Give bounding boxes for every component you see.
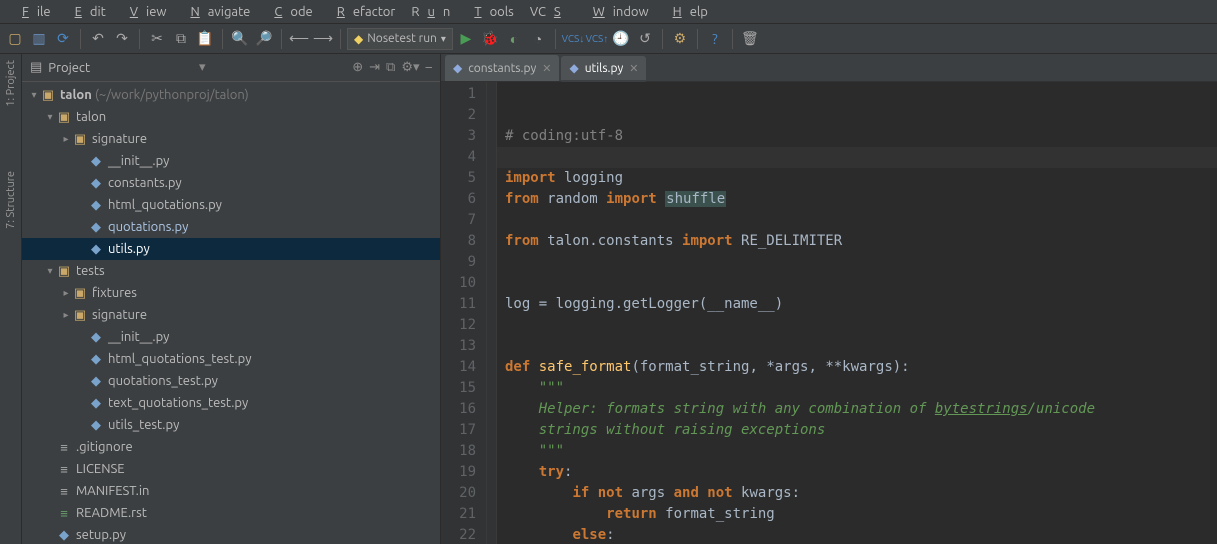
main-toolbar: ▢ ▥ ⟳ ↶ ↷ ✂ ⧉ 📋 🔍 🔎 ⟵ ⟶ ◆ Nosetest run ▾… [0, 24, 1217, 54]
find-icon[interactable]: 🔍 [229, 28, 251, 50]
menu-navigate[interactable]: Navigate [174, 5, 258, 19]
menu-window[interactable]: Window [577, 5, 657, 19]
undo-icon[interactable]: ↶ [87, 28, 109, 50]
project-view-icon: ▤ [30, 60, 42, 75]
menu-bar: File Edit View Navigate Code Refactor Ru… [0, 0, 1217, 24]
sync-icon[interactable]: ⟳ [52, 28, 74, 50]
tree-file-constants[interactable]: ◆ constants.py [22, 172, 440, 194]
run-icon[interactable]: ▶ [455, 28, 477, 50]
tree-file-init[interactable]: ◆ __init__.py [22, 150, 440, 172]
tree-file-gitignore[interactable]: ≡ .gitignore [22, 436, 440, 458]
run-config-selector[interactable]: ◆ Nosetest run ▾ [347, 28, 453, 50]
settings-icon[interactable]: ⚙ [669, 28, 691, 50]
vcs-history-icon[interactable]: 🕘 [610, 28, 632, 50]
tree-file-init-tests[interactable]: ◆ __init__.py [22, 326, 440, 348]
menu-run[interactable]: Run [403, 5, 458, 19]
line-gutter[interactable]: 1 2 3 4 5 6 7 8 9 10 11 12 13 14 15 16 1… [441, 82, 487, 544]
editor-area: ◆ constants.py ✕ ◆ utils.py ✕ 1 2 3 4 5 … [441, 54, 1217, 544]
vcs-update-icon[interactable]: VCS↓ [562, 28, 584, 50]
forward-icon[interactable]: ⟶ [312, 28, 334, 50]
save-icon[interactable]: ▥ [28, 28, 50, 50]
code-area[interactable]: # coding:utf-8 import logging from rando… [497, 82, 1217, 544]
help-icon[interactable]: ? [704, 28, 726, 50]
project-panel: ▤ Project ▾ ⊕ ⇥ ⧉ ⚙▾ ⎯ ▾▣ talon (~/work/… [22, 54, 441, 544]
editor-tabs: ◆ constants.py ✕ ◆ utils.py ✕ [441, 54, 1217, 82]
main-area: 1: Project 7: Structure ▤ Project ▾ ⊕ ⇥ … [0, 54, 1217, 544]
menu-help[interactable]: Help [657, 5, 716, 19]
project-view-caret[interactable]: ▾ [199, 60, 206, 75]
run-config-label: Nosetest run [367, 32, 437, 45]
editor-body: 1 2 3 4 5 6 7 8 9 10 11 12 13 14 15 16 1… [441, 82, 1217, 544]
toolwindow-structure[interactable]: 7: Structure [5, 171, 17, 229]
tree-file-license[interactable]: ≡ LICENSE [22, 458, 440, 480]
copy-icon[interactable]: ⧉ [170, 28, 192, 50]
tree-file-text-q-test[interactable]: ◆ text_quotations_test.py [22, 392, 440, 414]
menu-file[interactable]: File [6, 5, 59, 19]
replace-icon[interactable]: 🔎 [253, 28, 275, 50]
tab-label: constants.py [468, 62, 536, 75]
tree-file-setup[interactable]: ◆ setup.py [22, 524, 440, 544]
redo-icon[interactable]: ↷ [111, 28, 133, 50]
tree-file-utils[interactable]: ◆ utils.py [22, 238, 440, 260]
python-file-icon: ◆ [569, 61, 578, 75]
menu-edit[interactable]: Edit [59, 5, 114, 19]
trash-icon[interactable]: 🗑 [739, 28, 761, 50]
menu-vcs[interactable]: VCS [522, 5, 577, 19]
paste-icon[interactable]: 📋 [194, 28, 216, 50]
tab-label: utils.py [585, 62, 624, 75]
vcs-commit-icon[interactable]: VCS↑ [586, 28, 608, 50]
autoscroll-from-source-icon[interactable]: ⇥ [369, 60, 380, 75]
back-icon[interactable]: ⟵ [288, 28, 310, 50]
tab-utils[interactable]: ◆ utils.py ✕ [561, 56, 646, 82]
tree-file-manifest[interactable]: ≡ MANIFEST.in [22, 480, 440, 502]
coverage-icon[interactable]: ◐ [503, 28, 525, 50]
tree-file-readme[interactable]: ≡ README.rst [22, 502, 440, 524]
tree-folder-tests[interactable]: ▾▣ tests [22, 260, 440, 282]
tree-file-quotations-test[interactable]: ◆ quotations_test.py [22, 370, 440, 392]
toolwindow-project[interactable]: 1: Project [5, 60, 17, 107]
menu-code[interactable]: Code [258, 5, 320, 19]
project-settings-icon[interactable]: ⚙▾ [401, 60, 419, 75]
open-icon[interactable]: ▢ [4, 28, 26, 50]
project-panel-header: ▤ Project ▾ ⊕ ⇥ ⧉ ⚙▾ ⎯ [22, 54, 440, 82]
python-file-icon: ◆ [453, 61, 462, 75]
project-panel-title: Project [48, 61, 195, 75]
dropdown-caret-icon: ▾ [441, 33, 446, 45]
project-tree[interactable]: ▾▣ talon (~/work/pythonproj/talon) ▾▣ ta… [22, 82, 440, 544]
tree-file-html-q-test[interactable]: ◆ html_quotations_test.py [22, 348, 440, 370]
menu-tools[interactable]: Tools [458, 5, 522, 19]
tree-file-html-quotations[interactable]: ◆ html_quotations.py [22, 194, 440, 216]
close-tab-icon[interactable]: ✕ [629, 62, 638, 75]
vcs-revert-icon[interactable]: ↺ [634, 28, 656, 50]
tree-folder-talon[interactable]: ▾▣ talon [22, 106, 440, 128]
tree-folder-signature-tests[interactable]: ▸▣ signature [22, 304, 440, 326]
tree-file-quotations[interactable]: ◆ quotations.py [22, 216, 440, 238]
tab-constants[interactable]: ◆ constants.py ✕ [445, 55, 559, 81]
hide-panel-icon[interactable]: ⎯ [426, 60, 433, 75]
close-tab-icon[interactable]: ✕ [542, 62, 551, 75]
profile-icon[interactable]: ◔ [527, 28, 549, 50]
cut-icon[interactable]: ✂ [146, 28, 168, 50]
fold-gutter[interactable] [487, 82, 497, 544]
tree-root[interactable]: ▾▣ talon (~/work/pythonproj/talon) [22, 84, 440, 106]
menu-refactor[interactable]: Refactor [321, 5, 404, 19]
tree-folder-fixtures[interactable]: ▸▣ fixtures [22, 282, 440, 304]
left-toolstrip: 1: Project 7: Structure [0, 54, 22, 544]
tree-folder-signature[interactable]: ▸▣ signature [22, 128, 440, 150]
collapse-all-icon[interactable]: ⧉ [386, 60, 395, 75]
debug-icon[interactable]: 🐞 [479, 28, 501, 50]
autoscroll-to-source-icon[interactable]: ⊕ [352, 60, 363, 75]
python-icon: ◆ [354, 32, 363, 46]
tree-file-utils-test[interactable]: ◆ utils_test.py [22, 414, 440, 436]
menu-view[interactable]: View [114, 5, 175, 19]
